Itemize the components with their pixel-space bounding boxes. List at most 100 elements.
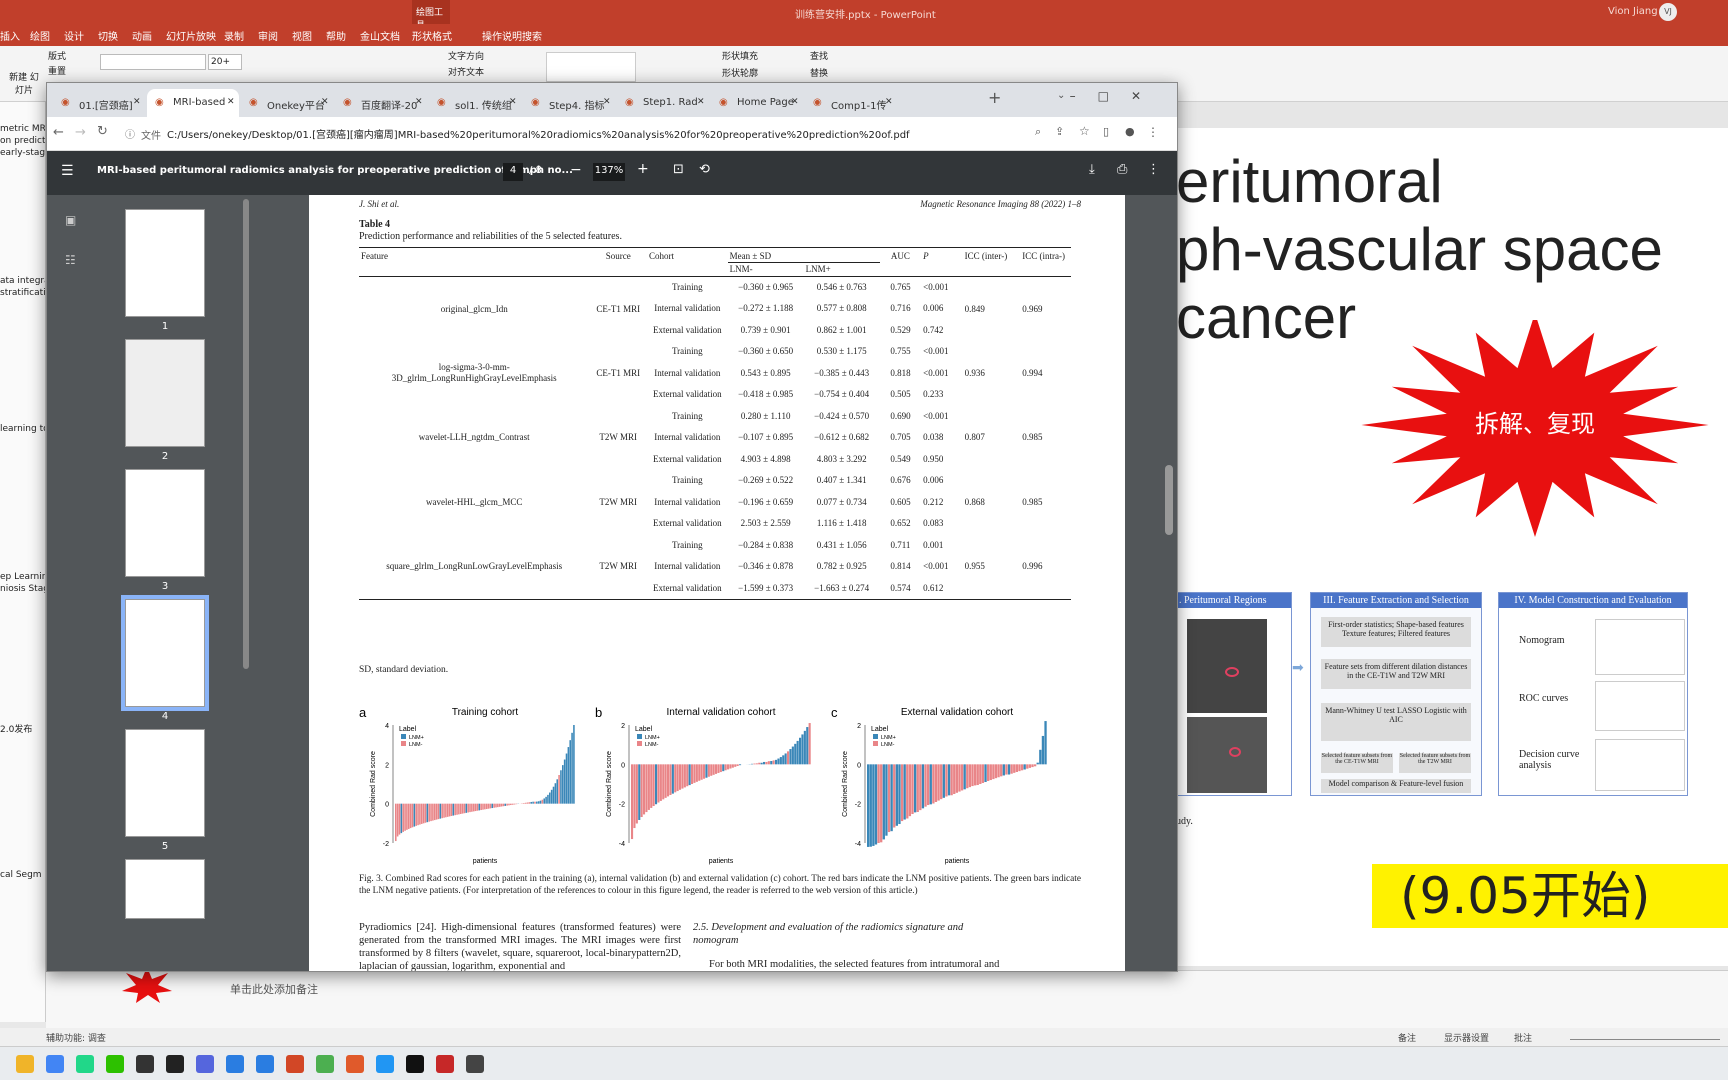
shape-gallery[interactable] bbox=[546, 52, 636, 82]
forward-icon[interactable]: → bbox=[75, 125, 86, 140]
app-icon[interactable] bbox=[466, 1055, 484, 1073]
zoom-slider[interactable] bbox=[1570, 1032, 1720, 1040]
tab-close-icon[interactable]: ✕ bbox=[603, 97, 611, 107]
browser-tab[interactable]: ◉ Step1. Rad ✕ bbox=[617, 89, 709, 117]
app-icon[interactable] bbox=[256, 1055, 274, 1073]
app-icon[interactable] bbox=[196, 1055, 214, 1073]
ribbon-tab[interactable]: 形状格式 bbox=[412, 28, 452, 43]
zoom-out-icon[interactable]: − bbox=[570, 162, 582, 178]
comments-toggle[interactable]: 批注 bbox=[1514, 1031, 1532, 1044]
close-icon[interactable]: ✕ bbox=[1131, 89, 1163, 103]
new-slide-button[interactable]: 新建 幻灯片 bbox=[6, 70, 42, 96]
pdf-scrollbar[interactable] bbox=[1165, 465, 1173, 535]
browser-tab[interactable]: ◉ Home Page ✕ bbox=[711, 89, 803, 117]
explosion-burst-shape[interactable]: 拆解、复现 bbox=[1360, 320, 1728, 550]
ribbon-tab[interactable]: 幻灯片放映 bbox=[166, 28, 216, 43]
info-icon[interactable]: ⓘ bbox=[125, 126, 135, 141]
notes-placeholder[interactable]: 单击此处添加备注 bbox=[230, 981, 318, 997]
page-number-input[interactable]: 4 bbox=[503, 163, 523, 181]
ribbon-tab[interactable]: 录制 bbox=[224, 28, 244, 43]
browser-tab[interactable]: ◉ sol1. 传统组 ✕ bbox=[429, 89, 521, 117]
back-icon[interactable]: ← bbox=[53, 125, 64, 140]
layout-button[interactable]: 版式 bbox=[48, 49, 66, 62]
font-name-select[interactable] bbox=[100, 54, 206, 70]
bookmark-star-icon[interactable]: ☆ bbox=[1079, 124, 1090, 138]
share-icon[interactable]: ⇪ bbox=[1055, 125, 1064, 138]
find-button[interactable]: 查找 bbox=[810, 49, 828, 62]
ribbon-tab[interactable]: 金山文档 bbox=[360, 28, 400, 43]
shape-fill-button[interactable]: 形状填充 bbox=[722, 49, 758, 62]
tab-close-icon[interactable]: ✕ bbox=[415, 97, 423, 107]
ribbon-tab[interactable]: 切换 bbox=[98, 28, 118, 43]
print-icon[interactable]: ⎙ bbox=[1117, 162, 1127, 177]
ribbon-tab[interactable]: 绘图 bbox=[30, 28, 50, 43]
font-size-select[interactable]: 20+ bbox=[208, 54, 242, 70]
page-thumbnail[interactable] bbox=[125, 339, 205, 447]
app-icon[interactable] bbox=[136, 1055, 154, 1073]
current-slide[interactable]: eritumoral ph-vascular space cancer 拆解、复… bbox=[1176, 128, 1728, 966]
ribbon-tab[interactable]: 插入 bbox=[0, 28, 20, 43]
ribbon-tab[interactable]: 动画 bbox=[132, 28, 152, 43]
avatar[interactable]: VJ bbox=[1659, 3, 1677, 21]
app-icon[interactable] bbox=[166, 1055, 184, 1073]
slide-thumbnail-pane[interactable]: metric MR on predict early-stag ata integra… bbox=[0, 102, 46, 1022]
page-thumbnail[interactable] bbox=[125, 729, 205, 837]
app-icon[interactable] bbox=[376, 1055, 394, 1073]
notes-pane[interactable]: 单击此处添加备注 bbox=[46, 967, 1728, 1028]
zoom-level-input[interactable]: 137% bbox=[593, 163, 625, 181]
sidepanel-icon[interactable]: ▯ bbox=[1103, 125, 1109, 138]
tab-close-icon[interactable]: ✕ bbox=[509, 97, 517, 107]
browser-tab[interactable]: ◉ 百度翻译-20 ✕ bbox=[335, 89, 427, 117]
thumbnails-view-icon[interactable]: ▣ bbox=[65, 213, 76, 227]
browser-tab[interactable]: ◉ Onekey平台 ✕ bbox=[241, 89, 333, 117]
tab-close-icon[interactable]: ✕ bbox=[791, 97, 799, 107]
page-thumbnail-selected[interactable] bbox=[121, 595, 209, 711]
tab-close-icon[interactable]: ✕ bbox=[227, 97, 235, 107]
ribbon-tab[interactable]: 视图 bbox=[292, 28, 312, 43]
start-time-highlight[interactable]: (9.05开始) bbox=[1372, 864, 1728, 928]
reset-button[interactable]: 重置 bbox=[48, 64, 66, 77]
terminal-icon[interactable] bbox=[406, 1055, 424, 1073]
sidebar-menu-icon[interactable]: ☰ bbox=[61, 163, 74, 179]
app-icon[interactable] bbox=[316, 1055, 334, 1073]
page-thumbnail[interactable] bbox=[125, 209, 205, 317]
profile-icon[interactable]: ● bbox=[1125, 125, 1135, 138]
minimize-icon[interactable]: – bbox=[1070, 89, 1098, 103]
notes-toggle[interactable]: 备注 bbox=[1398, 1031, 1416, 1044]
ribbon-tab[interactable]: 设计 bbox=[64, 28, 84, 43]
replace-button[interactable]: 替换 bbox=[810, 66, 828, 79]
pycharm-icon[interactable] bbox=[76, 1055, 94, 1073]
browser-tab[interactable]: ◉ 01.[宫颈癌] ✕ bbox=[53, 89, 145, 117]
rotate-icon[interactable]: ⟲ bbox=[699, 162, 710, 177]
new-tab-button[interactable]: + bbox=[988, 88, 1001, 107]
user-name[interactable]: Vion Jiang bbox=[1608, 6, 1658, 17]
reload-icon[interactable]: ↻ bbox=[97, 124, 108, 139]
tell-me-search[interactable]: 操作说明搜索 bbox=[482, 28, 542, 43]
browser-tab[interactable]: ◉ Comp1-1传 ✕ bbox=[805, 89, 897, 117]
app-icon[interactable] bbox=[436, 1055, 454, 1073]
workflow-figure[interactable]: . Peritumoral Regions ➡ III. Feature Ext… bbox=[1176, 592, 1728, 800]
browser-tab[interactable]: ◉ MRI-based p ✕ bbox=[147, 89, 239, 117]
ribbon-tab[interactable]: 帮助 bbox=[326, 28, 346, 43]
fit-page-icon[interactable]: ⊡ bbox=[673, 162, 684, 177]
app-icon[interactable] bbox=[226, 1055, 244, 1073]
shape-outline-button[interactable]: 形状轮廓 bbox=[722, 66, 758, 79]
wechat-icon[interactable] bbox=[106, 1055, 124, 1073]
tab-close-icon[interactable]: ✕ bbox=[885, 97, 893, 107]
sidebar-scrollbar[interactable] bbox=[243, 199, 249, 669]
outline-view-icon[interactable]: ☷ bbox=[65, 253, 76, 267]
zoom-in-icon[interactable]: + bbox=[637, 161, 649, 177]
download-icon[interactable]: ⤓ bbox=[1089, 162, 1095, 177]
display-settings[interactable]: 显示器设置 bbox=[1444, 1031, 1489, 1044]
accessibility-status[interactable]: 辅助功能: 调查 bbox=[46, 1031, 106, 1044]
maximize-icon[interactable]: □ bbox=[1098, 89, 1131, 103]
pdf-more-icon[interactable]: ⋮ bbox=[1147, 162, 1160, 177]
tab-search-icon[interactable]: ⌄ bbox=[1057, 90, 1065, 101]
tab-close-icon[interactable]: ✕ bbox=[133, 97, 141, 107]
chrome-icon[interactable] bbox=[46, 1055, 64, 1073]
align-text-button[interactable]: 对齐文本 bbox=[448, 65, 484, 78]
text-direction-button[interactable]: 文字方向 bbox=[448, 49, 484, 62]
ribbon-tab[interactable]: 审阅 bbox=[258, 28, 278, 43]
folder-icon[interactable] bbox=[16, 1055, 34, 1073]
browser-tab[interactable]: ◉ Step4. 指标 ✕ bbox=[523, 89, 615, 117]
